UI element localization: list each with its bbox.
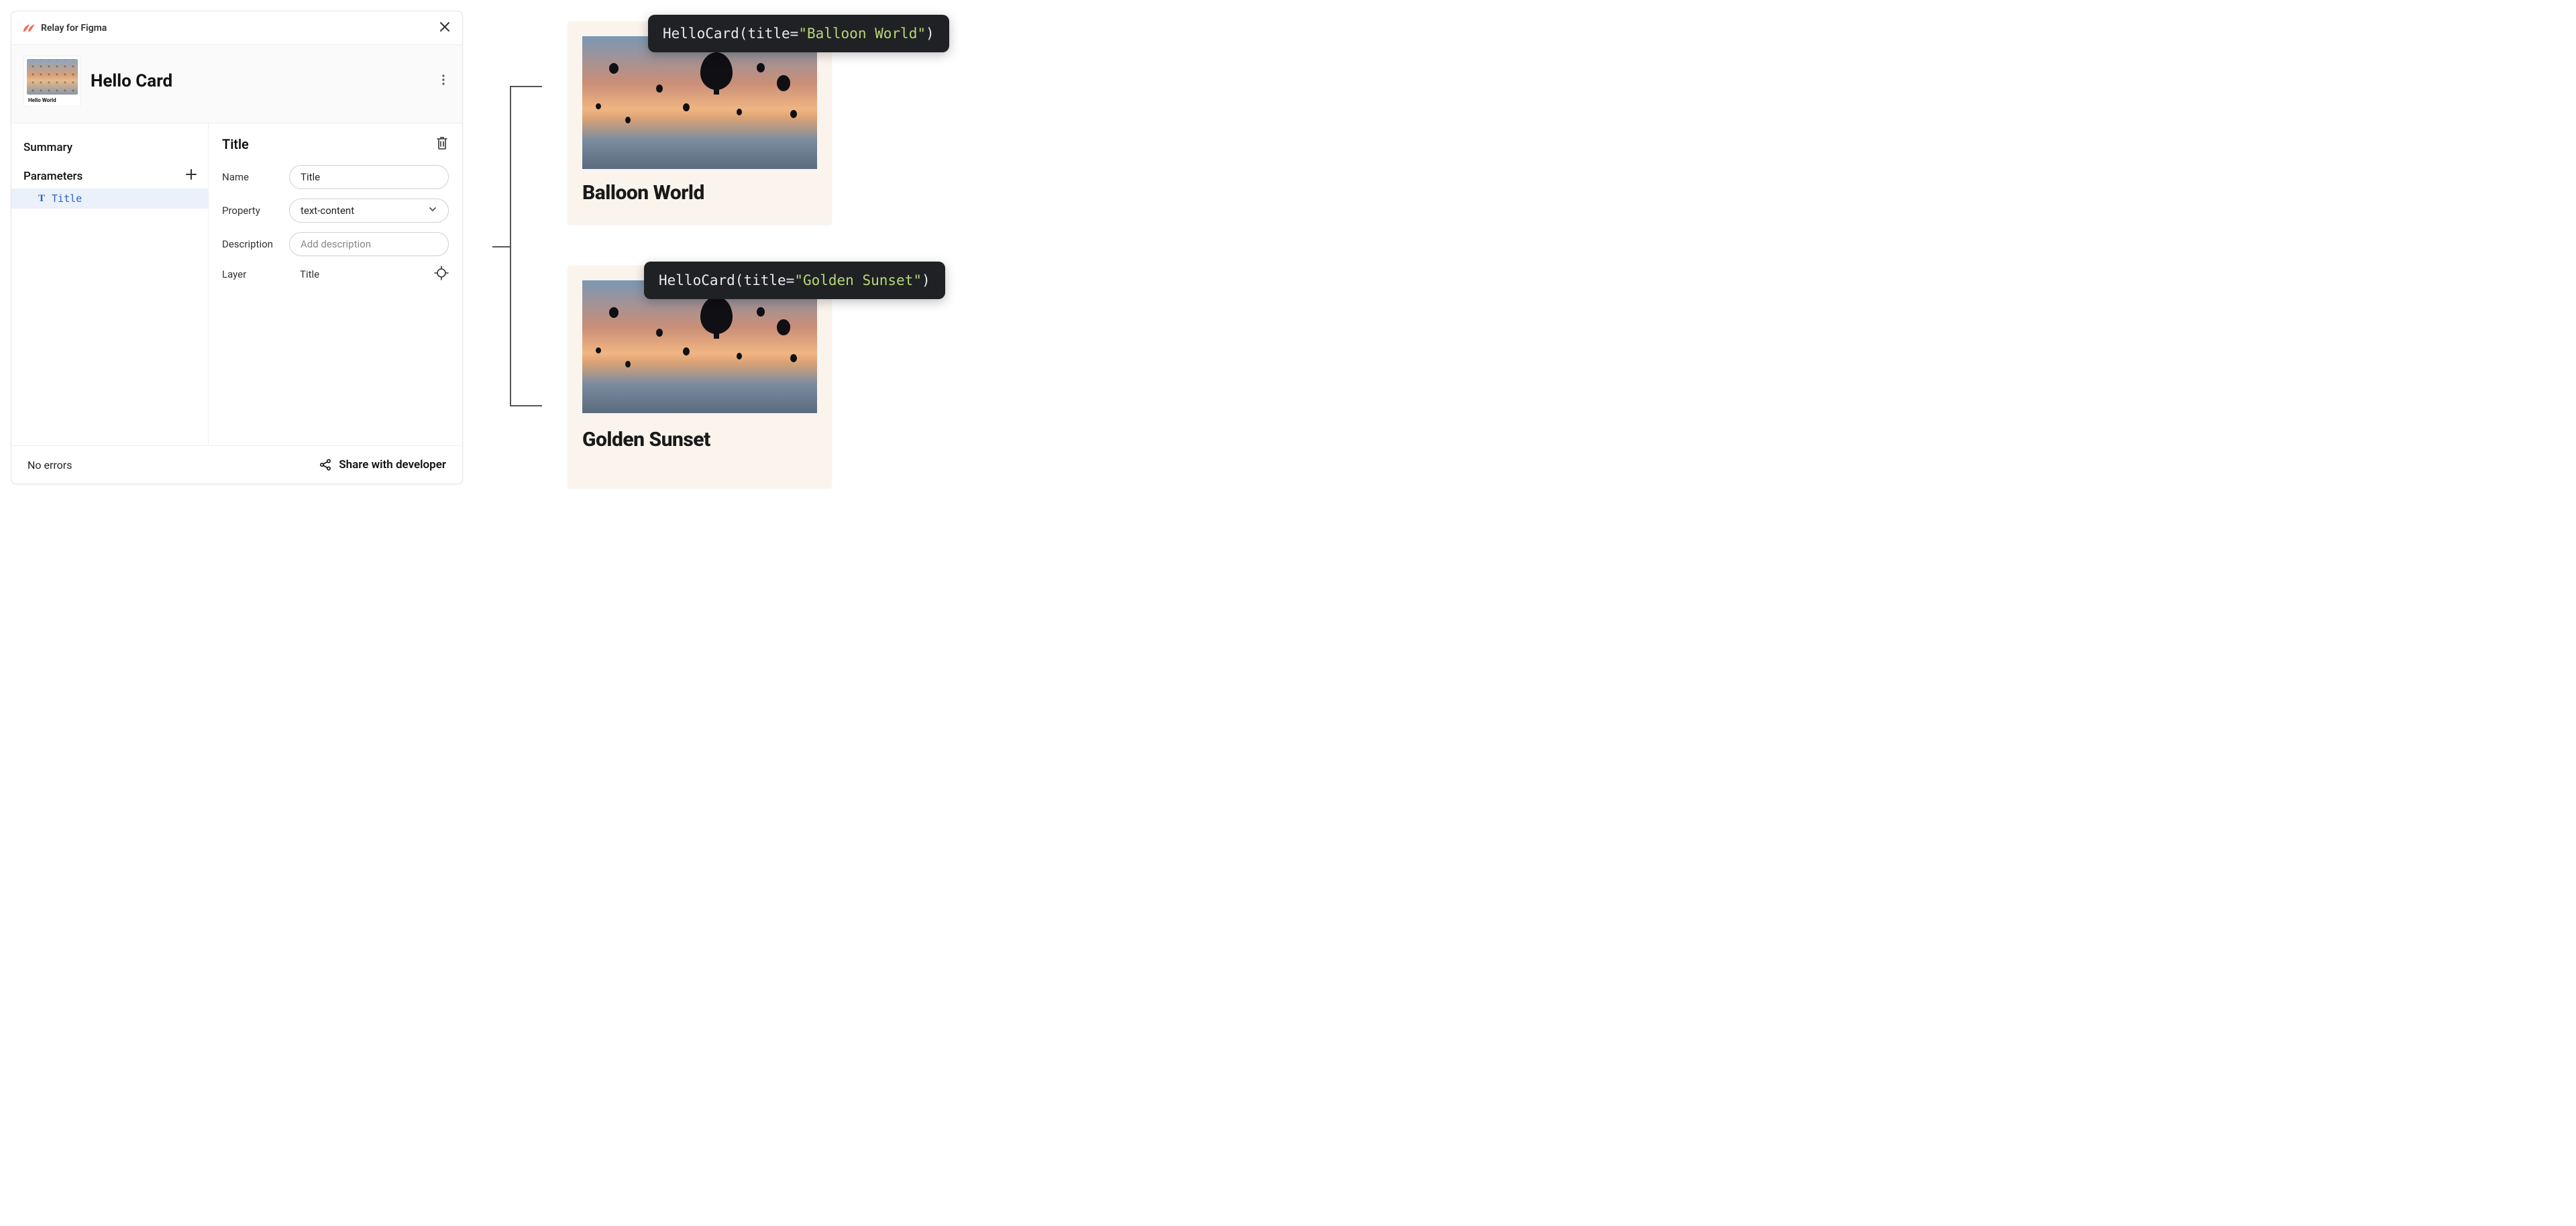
code-fn: HelloCard — [663, 25, 739, 42]
sidebar-parameters-label: Parameters — [23, 170, 83, 183]
panel-footer: No errors Share with developer — [11, 445, 462, 484]
plugin-name: Relay for Figma — [41, 23, 107, 34]
parameter-item-label: Title — [52, 192, 82, 205]
code-param: title — [743, 272, 786, 288]
preview-caption: Balloon World — [582, 181, 817, 205]
code-chip-balloon-world: HelloCard(title="Balloon World") — [648, 15, 949, 52]
parameter-item-title[interactable]: T Title — [11, 188, 208, 209]
share-label: Share with developer — [339, 458, 446, 471]
code-fn: HelloCard — [659, 272, 735, 288]
code-value: "Balloon World" — [798, 25, 926, 42]
relay-panel: Relay for Figma Hello World Hello Card S… — [11, 11, 463, 484]
detail-header: Title — [222, 135, 449, 153]
chevron-down-icon — [428, 205, 437, 217]
connector-bracket — [510, 86, 541, 406]
component-thumbnail: Hello World — [23, 56, 81, 107]
sidebar-parameters-row: Parameters — [11, 164, 208, 188]
locate-layer-button[interactable] — [434, 266, 449, 283]
kebab-icon — [437, 73, 450, 87]
preview-caption: Golden Sunset — [582, 428, 817, 451]
sidebar: Summary Parameters T Title — [11, 123, 209, 445]
field-property-label: Property — [222, 205, 280, 217]
sidebar-summary[interactable]: Summary — [11, 135, 208, 164]
panel-header: Relay for Figma — [11, 11, 462, 45]
detail-pane: Title Name Title Property text-content — [209, 123, 462, 445]
add-parameter-button[interactable] — [185, 168, 197, 184]
relay-logo-icon — [22, 23, 37, 34]
relay-logo: Relay for Figma — [22, 23, 107, 34]
detail-heading: Title — [222, 136, 249, 152]
plus-icon — [185, 168, 197, 180]
field-description-label: Description — [222, 238, 280, 250]
field-layer: Layer Title — [222, 266, 449, 283]
panel-body: Summary Parameters T Title Title — [11, 123, 462, 445]
field-layer-label: Layer — [222, 268, 280, 280]
text-type-icon: T — [38, 193, 45, 205]
trash-icon — [435, 135, 449, 150]
preview-image — [582, 36, 817, 169]
preview-image — [582, 280, 817, 413]
target-icon — [434, 266, 449, 280]
layer-value-text: Title — [300, 268, 319, 280]
share-with-developer-button[interactable]: Share with developer — [319, 458, 446, 471]
thumbnail-caption: Hello World — [27, 95, 78, 103]
code-param: title — [747, 25, 790, 42]
field-description: Description Add description — [222, 232, 449, 256]
component-title: Hello Card — [91, 71, 172, 91]
close-icon — [438, 20, 451, 34]
name-input[interactable]: Title — [289, 165, 449, 189]
delete-parameter-button[interactable] — [435, 135, 449, 153]
field-name: Name Title — [222, 165, 449, 189]
field-name-label: Name — [222, 171, 280, 183]
close-button[interactable] — [438, 20, 451, 36]
error-status: No errors — [28, 459, 72, 471]
property-value: text-content — [301, 205, 354, 217]
component-header: Hello World Hello Card — [11, 45, 462, 123]
share-icon — [319, 458, 332, 471]
description-input[interactable]: Add description — [289, 232, 449, 256]
layer-value: Title — [289, 268, 425, 280]
code-chip-golden-sunset: HelloCard(title="Golden Sunset") — [644, 262, 945, 299]
more-menu-button[interactable] — [437, 73, 450, 89]
field-property: Property text-content — [222, 199, 449, 223]
code-value: "Golden Sunset" — [794, 272, 922, 288]
property-select[interactable]: text-content — [289, 199, 449, 223]
